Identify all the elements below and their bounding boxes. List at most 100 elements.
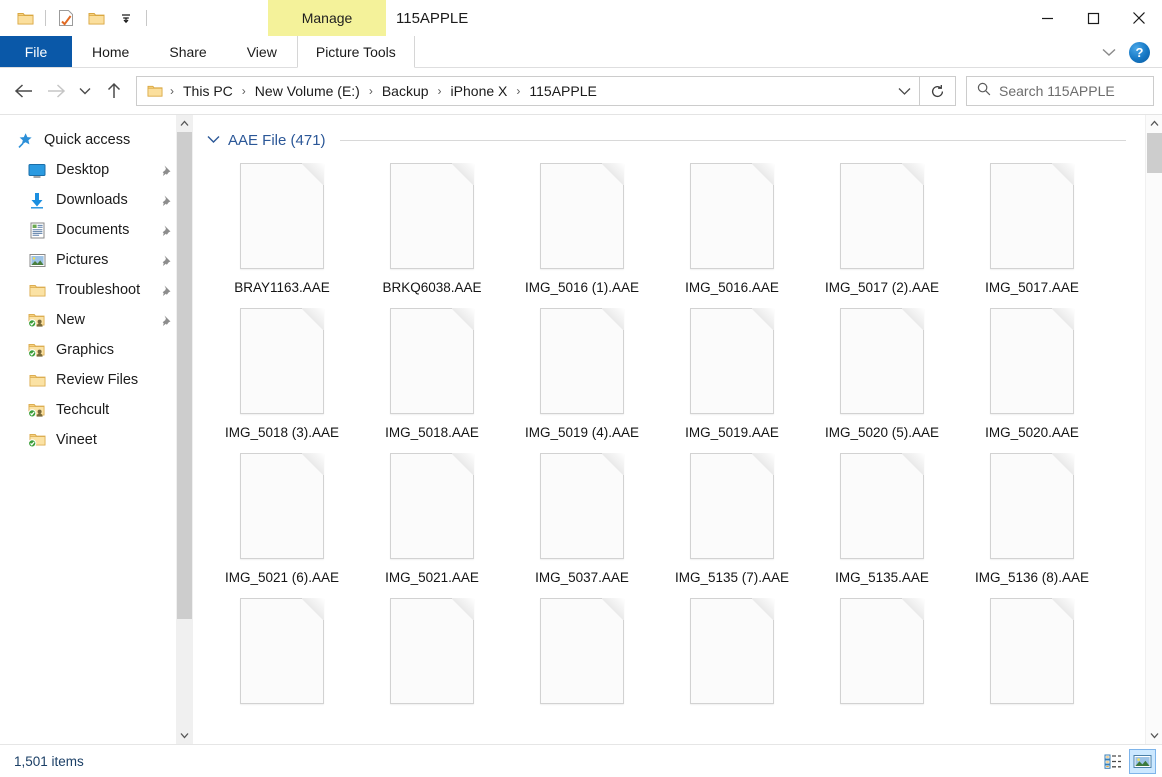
file-tile[interactable]: IMG_5019.AAE xyxy=(657,302,807,443)
help-button[interactable]: ? xyxy=(1129,42,1150,63)
breadcrumb-separator-2[interactable]: › xyxy=(365,84,377,98)
file-tile[interactable]: IMG_5135.AAE xyxy=(807,447,957,588)
sidebar-item-documents[interactable]: Documents xyxy=(0,215,193,245)
file-tile[interactable] xyxy=(507,592,657,713)
pin-icon[interactable] xyxy=(160,254,173,267)
scroll-up-icon[interactable] xyxy=(1146,115,1162,132)
forward-button[interactable] xyxy=(40,75,72,107)
content-scroll-thumb[interactable] xyxy=(1147,133,1162,173)
sidebar-item-graphics[interactable]: Graphics xyxy=(0,335,193,365)
breadcrumb-separator-3[interactable]: › xyxy=(434,84,446,98)
file-tile[interactable]: IMG_5037.AAE xyxy=(507,447,657,588)
tab-home[interactable]: Home xyxy=(72,36,149,67)
file-tile[interactable] xyxy=(957,592,1107,713)
generic-file-icon xyxy=(390,598,474,704)
scroll-down-icon[interactable] xyxy=(176,727,193,744)
sidebar-item-quick-access[interactable]: Quick access xyxy=(0,125,193,155)
file-tile[interactable]: IMG_5016.AAE xyxy=(657,157,807,298)
pin-icon[interactable] xyxy=(160,194,173,207)
breadcrumb-item-this-pc[interactable]: This PC xyxy=(178,81,238,101)
view-toggle-group xyxy=(1099,749,1156,774)
chevron-down-icon[interactable] xyxy=(1095,38,1123,66)
file-name: IMG_5021.AAE xyxy=(385,568,479,588)
file-list-pane[interactable]: AAE File (471) BRAY1163.AAE BRKQ6038.AAE xyxy=(193,115,1162,744)
window-title: 115APPLE xyxy=(396,0,468,36)
breadcrumb-item-115apple[interactable]: 115APPLE xyxy=(524,81,601,101)
file-tile[interactable]: BRAY1163.AAE xyxy=(207,157,357,298)
breadcrumb-bar[interactable]: › This PC › New Volume (E:) › Backup › i… xyxy=(136,76,920,106)
navigation-pane: Quick access Desktop Downloads xyxy=(0,115,193,744)
pin-icon[interactable] xyxy=(160,224,173,237)
file-tile[interactable] xyxy=(207,592,357,713)
pin-icon[interactable] xyxy=(160,164,173,177)
back-button[interactable] xyxy=(8,75,40,107)
file-tile[interactable]: IMG_5019 (4).AAE xyxy=(507,302,657,443)
properties-icon[interactable] xyxy=(51,3,81,33)
file-name: IMG_5020 (5).AAE xyxy=(825,423,939,443)
sidebar-item-new[interactable]: New xyxy=(0,305,193,335)
minimize-button[interactable] xyxy=(1024,0,1070,36)
breadcrumb-separator-4[interactable]: › xyxy=(512,84,524,98)
file-tile[interactable]: IMG_5021.AAE xyxy=(357,447,507,588)
sidebar-item-label: Downloads xyxy=(56,192,128,208)
file-tile[interactable]: IMG_5018.AAE xyxy=(357,302,507,443)
pin-icon[interactable] xyxy=(160,314,173,327)
tab-file[interactable]: File xyxy=(0,36,72,67)
up-button[interactable] xyxy=(98,75,130,107)
breadcrumb-dropdown-icon[interactable] xyxy=(889,77,919,105)
close-button[interactable] xyxy=(1116,0,1162,36)
large-icons-view-icon[interactable] xyxy=(1129,749,1156,774)
scroll-up-icon[interactable] xyxy=(176,115,193,132)
file-name: IMG_5135.AAE xyxy=(835,568,929,588)
group-header-aae-file[interactable]: AAE File (471) xyxy=(207,131,1162,149)
file-tile[interactable] xyxy=(807,592,957,713)
customize-dropdown-icon[interactable] xyxy=(111,3,141,33)
breadcrumb-item-backup[interactable]: Backup xyxy=(377,81,434,101)
file-tile[interactable]: IMG_5016 (1).AAE xyxy=(507,157,657,298)
content-scrollbar[interactable] xyxy=(1145,115,1162,744)
breadcrumb-item-iphone-x[interactable]: iPhone X xyxy=(446,81,513,101)
file-tile[interactable]: IMG_5021 (6).AAE xyxy=(207,447,357,588)
details-view-icon[interactable] xyxy=(1099,749,1126,774)
breadcrumb-item-new-volume[interactable]: New Volume (E:) xyxy=(250,81,365,101)
pin-icon[interactable] xyxy=(160,284,173,297)
tab-picture-tools[interactable]: Picture Tools xyxy=(297,36,415,68)
file-tile[interactable]: IMG_5017.AAE xyxy=(957,157,1107,298)
search-box[interactable]: Search 115APPLE xyxy=(966,76,1154,106)
generic-file-icon xyxy=(540,163,624,269)
breadcrumb-separator-1[interactable]: › xyxy=(238,84,250,98)
manage-tab[interactable]: Manage xyxy=(268,0,386,36)
breadcrumb-separator-0[interactable]: › xyxy=(166,84,178,98)
sidebar-item-review-files[interactable]: Review Files xyxy=(0,365,193,395)
refresh-button[interactable] xyxy=(920,76,956,106)
sidebar-item-troubleshoot[interactable]: Troubleshoot xyxy=(0,275,193,305)
sidebar-item-desktop[interactable]: Desktop xyxy=(0,155,193,185)
file-tile[interactable]: IMG_5020.AAE xyxy=(957,302,1107,443)
sidebar-scrollbar[interactable] xyxy=(176,115,193,744)
maximize-button[interactable] xyxy=(1070,0,1116,36)
new-folder-icon[interactable] xyxy=(81,3,111,33)
folder-icon[interactable] xyxy=(10,3,40,33)
file-name: BRAY1163.AAE xyxy=(234,278,330,298)
chevron-down-icon[interactable] xyxy=(207,131,220,149)
file-tile[interactable] xyxy=(657,592,807,713)
file-tile[interactable]: IMG_5018 (3).AAE xyxy=(207,302,357,443)
sidebar-item-downloads[interactable]: Downloads xyxy=(0,185,193,215)
recent-locations-button[interactable] xyxy=(72,75,98,107)
tab-share[interactable]: Share xyxy=(149,36,226,67)
scroll-down-icon[interactable] xyxy=(1146,727,1162,744)
file-tile[interactable]: IMG_5017 (2).AAE xyxy=(807,157,957,298)
tab-view[interactable]: View xyxy=(227,36,297,67)
sidebar-item-vineet[interactable]: Vineet xyxy=(0,425,193,455)
file-tile[interactable]: IMG_5020 (5).AAE xyxy=(807,302,957,443)
file-name: IMG_5021 (6).AAE xyxy=(225,568,339,588)
sidebar-item-pictures[interactable]: Pictures xyxy=(0,245,193,275)
sidebar-scroll-track[interactable] xyxy=(176,132,193,727)
search-input[interactable]: Search 115APPLE xyxy=(999,83,1115,99)
file-tile[interactable] xyxy=(357,592,507,713)
sidebar-scroll-thumb[interactable] xyxy=(177,132,192,619)
file-tile[interactable]: IMG_5135 (7).AAE xyxy=(657,447,807,588)
sidebar-item-techcult[interactable]: Techcult xyxy=(0,395,193,425)
file-tile[interactable]: IMG_5136 (8).AAE xyxy=(957,447,1107,588)
file-tile[interactable]: BRKQ6038.AAE xyxy=(357,157,507,298)
